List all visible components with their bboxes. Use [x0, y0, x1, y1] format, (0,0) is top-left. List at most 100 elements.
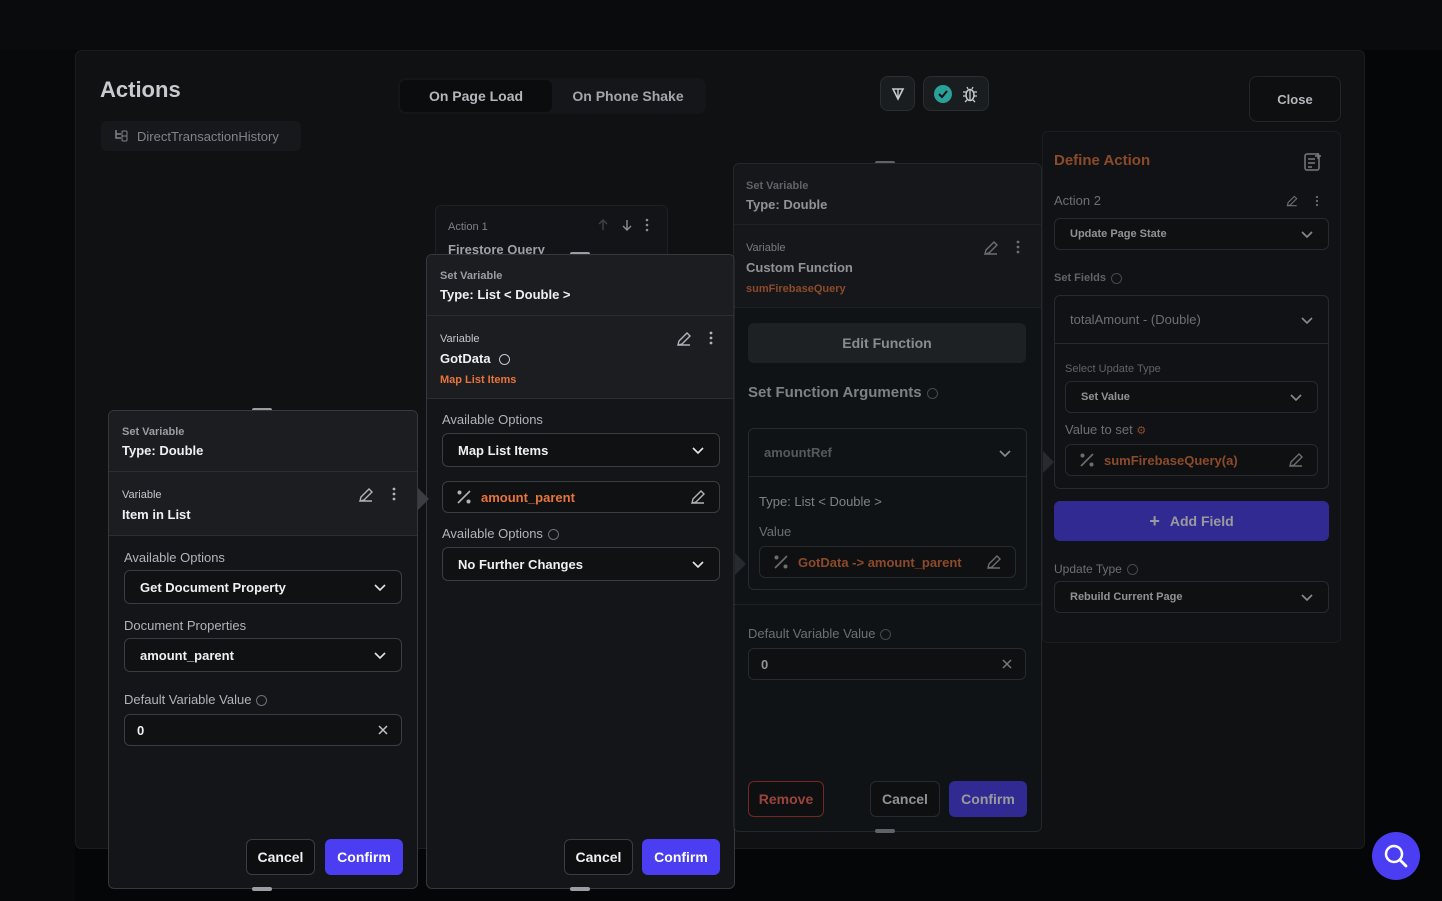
panel3-default-input[interactable]: 0: [748, 648, 1026, 680]
panel2-available-dropdown[interactable]: Map List Items: [442, 433, 720, 467]
panel1-confirm-button[interactable]: Confirm: [325, 839, 403, 875]
argument-dropdown[interactable]: amountRef: [749, 429, 1026, 477]
more-vertical-icon[interactable]: [1013, 239, 1023, 255]
top-background: [0, 0, 1442, 50]
panel1-kind: Set Variable: [122, 426, 185, 438]
info-icon: [256, 695, 268, 707]
close-button[interactable]: Close: [1249, 76, 1341, 122]
edit-icon[interactable]: [985, 553, 1003, 571]
panel2-mapped-value[interactable]: amount_parent: [442, 481, 720, 513]
panel3-confirm-button[interactable]: Confirm: [949, 781, 1027, 817]
dropdown-value: Rebuild Current Page: [1070, 591, 1183, 603]
settings-icon: ⚙: [1136, 425, 1147, 437]
variable-icon: [457, 490, 471, 504]
panel3-cancel-button[interactable]: Cancel: [870, 781, 940, 817]
chevron-down-icon: [1290, 394, 1302, 402]
dropdown-value: Update Page State: [1070, 228, 1167, 240]
info-icon: [1110, 272, 1122, 284]
chevron-down-icon: [374, 652, 386, 660]
dropdown-value: Get Document Property: [140, 579, 286, 595]
update-type2-dropdown[interactable]: Rebuild Current Page: [1054, 581, 1329, 613]
field-card: totalAmount - (Double) Select Update Typ…: [1054, 295, 1329, 489]
panel1-bottom-handle[interactable]: [252, 887, 272, 891]
edit-icon[interactable]: [982, 239, 1000, 257]
action-card-1[interactable]: Action 1 Firestore Query: [435, 205, 668, 260]
more-vertical-icon[interactable]: [706, 330, 716, 346]
page-tree-icon: [115, 130, 128, 142]
panel2-var-label: Variable: [440, 333, 480, 345]
more-vertical-icon[interactable]: [1313, 194, 1321, 208]
panel2-confirm-button[interactable]: Confirm: [642, 839, 720, 875]
document-add-icon[interactable]: [1301, 150, 1325, 174]
edit-icon[interactable]: [357, 486, 375, 504]
define-action-title: Define Action: [1054, 152, 1151, 169]
tab-on-page-load[interactable]: On Page Load: [400, 80, 552, 112]
panel2-available2-dropdown[interactable]: No Further Changes: [442, 547, 720, 581]
connector-arrow: [1043, 451, 1054, 473]
panel1-cancel-button[interactable]: Cancel: [246, 839, 315, 875]
more-vertical-icon[interactable]: [389, 486, 399, 502]
info-icon: [926, 387, 938, 399]
panel2-var-name: GotData: [440, 351, 491, 366]
panel2-cancel-button[interactable]: Cancel: [564, 839, 633, 875]
connector-arrow: [418, 488, 429, 510]
tab-on-phone-shake[interactable]: On Phone Shake: [552, 80, 704, 112]
search-icon: [1384, 844, 1408, 868]
input-value: 0: [761, 656, 769, 672]
set-fields-label: Set Fields: [1054, 272, 1122, 284]
update-type2-label: Update Type: [1054, 562, 1138, 576]
function-argument-card: amountRef Type: List < Double > Value Go…: [748, 428, 1027, 590]
panel2-bottom-handle[interactable]: [570, 887, 590, 891]
argument-value-field[interactable]: GotData -> amount_parent: [759, 546, 1016, 578]
arrow-down-icon[interactable]: [620, 218, 634, 232]
remove-button[interactable]: Remove: [748, 781, 824, 817]
edit-icon[interactable]: [689, 488, 707, 506]
panel1-var-label: Variable: [122, 489, 162, 501]
search-button[interactable]: [1372, 832, 1420, 880]
clear-icon[interactable]: [377, 724, 389, 736]
dropdown-value: amount_parent: [140, 647, 234, 663]
edit-icon[interactable]: [1285, 194, 1299, 208]
page-name: DirectTransactionHistory: [137, 128, 279, 144]
panel1-default-input[interactable]: 0: [124, 714, 402, 746]
edit-icon[interactable]: [1287, 451, 1305, 469]
panel3-var-label: Variable: [746, 242, 786, 254]
panel3-default-label: Default Variable Value: [748, 626, 892, 641]
argument-value-text: GotData -> amount_parent: [798, 554, 962, 570]
dropdown-value: Map List Items: [458, 442, 549, 458]
panel3-var-name: Custom Function: [746, 260, 853, 275]
panel3-args-label: Set Function Arguments: [748, 384, 938, 401]
panel1-doc-props-dropdown[interactable]: amount_parent: [124, 638, 402, 672]
define-action-panel: Define Action Action 2 Update Page State…: [1042, 131, 1341, 643]
value-to-set-field[interactable]: sumFirebaseQuery(a): [1065, 444, 1318, 476]
argument-name: amountRef: [764, 445, 832, 460]
action-card-label: Action 1: [448, 221, 488, 233]
trigger-tabs: On Page Load On Phone Shake: [398, 78, 706, 114]
field-dropdown[interactable]: totalAmount - (Double): [1055, 296, 1328, 344]
dropdown-value: No Further Changes: [458, 556, 583, 572]
argument-value-label: Value: [759, 524, 792, 539]
add-field-label: Add Field: [1169, 513, 1234, 529]
argument-type: Type: List < Double >: [759, 494, 882, 509]
debug-button[interactable]: [880, 76, 915, 111]
action-type-dropdown[interactable]: Update Page State: [1054, 218, 1329, 250]
clear-icon[interactable]: [1001, 658, 1013, 670]
arrow-up-icon[interactable]: [596, 218, 610, 232]
chevron-down-icon: [1301, 316, 1313, 324]
edit-icon[interactable]: [675, 330, 693, 348]
add-field-button[interactable]: + Add Field: [1054, 501, 1329, 541]
update-type-dropdown[interactable]: Set Value: [1065, 381, 1318, 413]
panel3-bottom-handle[interactable]: [875, 829, 895, 833]
page-name-chip[interactable]: DirectTransactionHistory: [101, 121, 301, 151]
panel1-doc-props-label: Document Properties: [124, 618, 247, 633]
panel1-var-name: Item in List: [122, 507, 191, 522]
dropdown-value: Set Value: [1081, 391, 1130, 403]
chevron-down-icon: [999, 449, 1011, 457]
edit-function-button[interactable]: Edit Function: [748, 323, 1026, 363]
divider: [734, 604, 1041, 605]
test-mode-toggle[interactable]: [923, 76, 989, 111]
plus-icon: +: [1149, 510, 1160, 531]
info-icon: [880, 629, 892, 641]
more-vertical-icon[interactable]: [642, 218, 652, 232]
panel1-available-dropdown[interactable]: Get Document Property: [124, 570, 402, 604]
